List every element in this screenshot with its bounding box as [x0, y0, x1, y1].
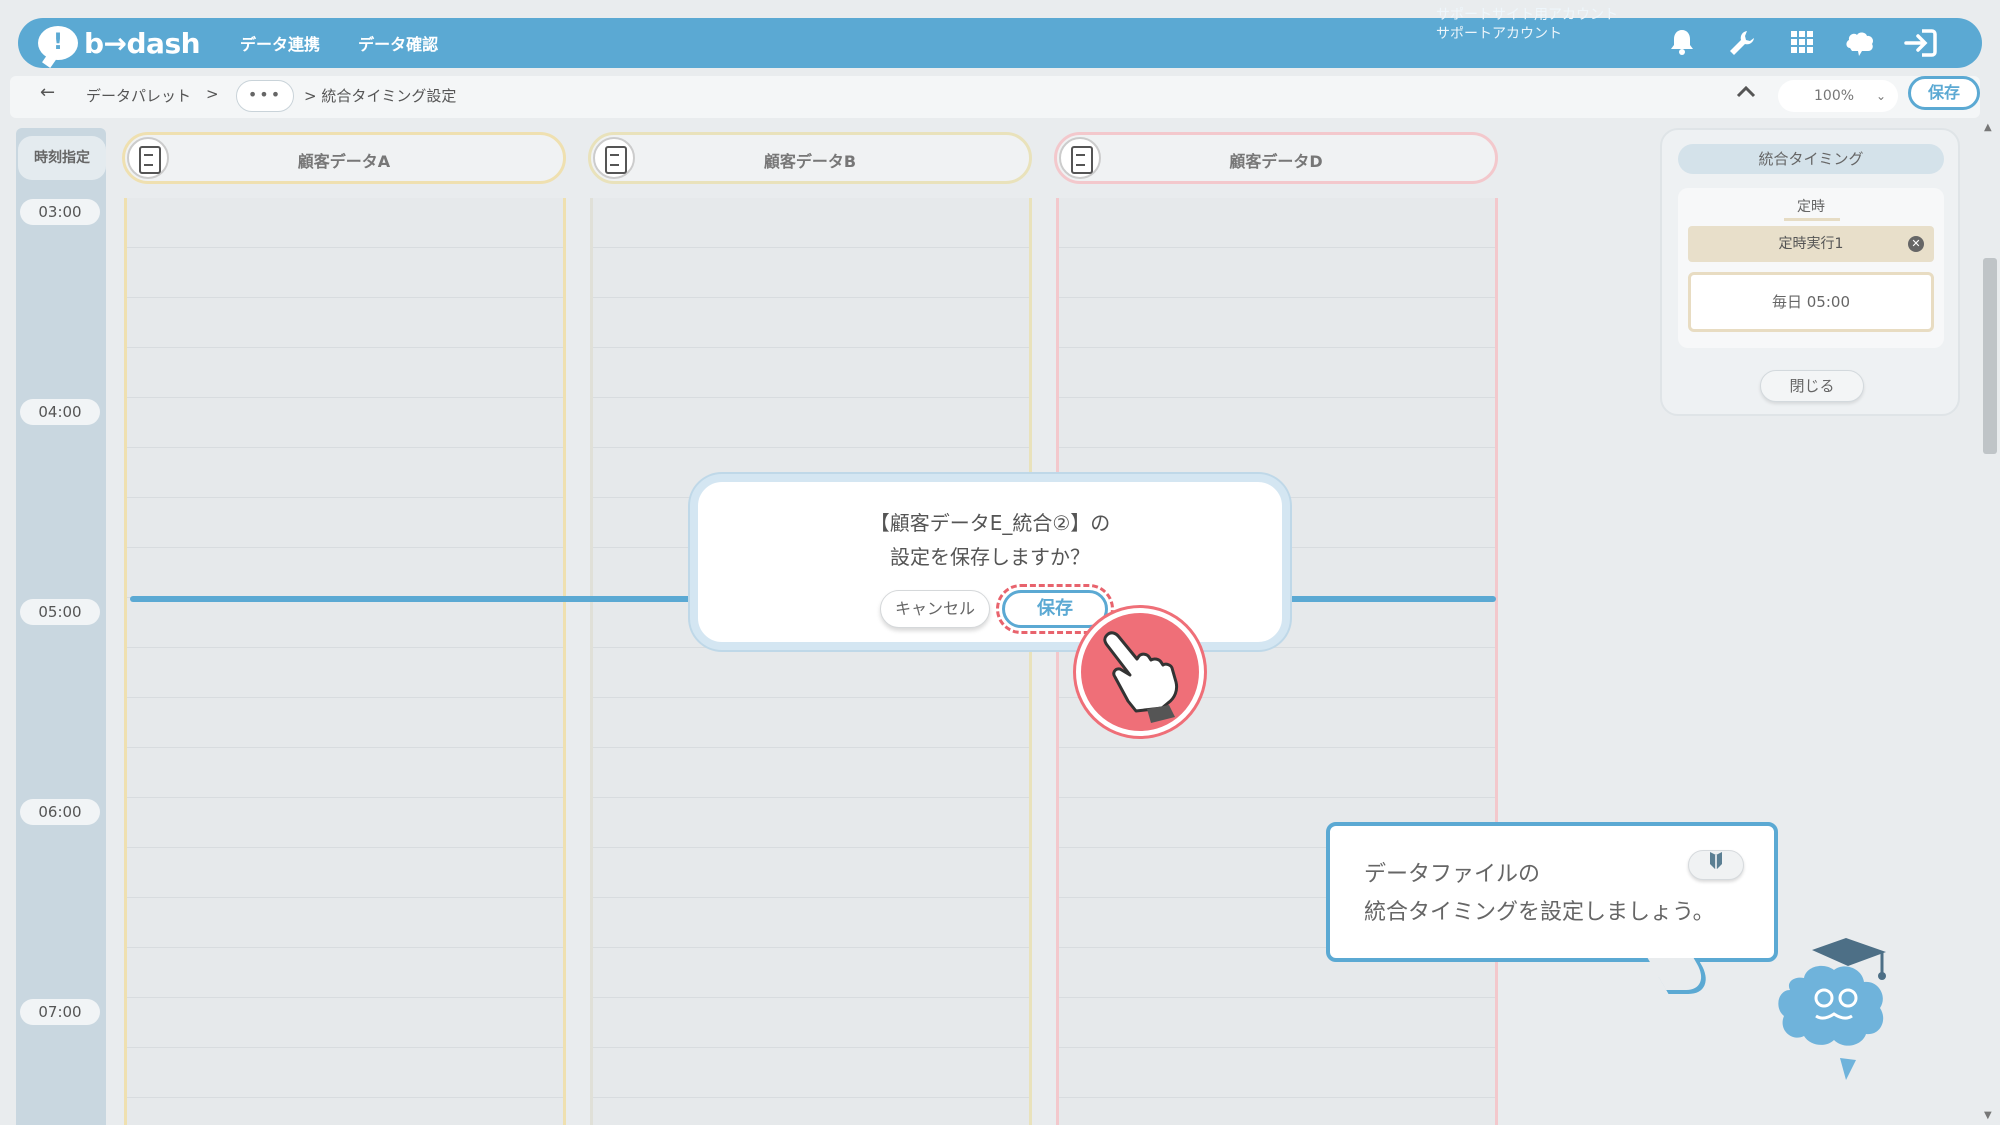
data-column-a[interactable]: [124, 198, 566, 1125]
job-chip[interactable]: 定時実行1 ✕: [1688, 226, 1934, 262]
dialog-message: 【顧客データE_統合②】の 設定を保存しますか？: [698, 506, 1282, 574]
time-label: 04:00: [20, 399, 100, 425]
breadcrumb-bar: ← データパレット > ••• > 統合タイミング設定 100% ⌄ 保存: [10, 76, 1980, 118]
timing-panel: 統合タイミング 定時 定時実行1 ✕ 毎日 05:00 閉じる: [1660, 128, 1960, 416]
column-header-label: 顧客データD: [1229, 152, 1323, 171]
tip-bubble: データファイルの 統合タイミングを設定しましょう。: [1326, 822, 1778, 962]
mascot-icon: [1770, 930, 1914, 1080]
pointer-hand-icon: [1076, 608, 1204, 736]
wrench-icon[interactable]: [1726, 28, 1758, 58]
breadcrumb-separator: >: [206, 85, 219, 103]
time-label: 05:00: [20, 599, 100, 625]
nav-data-check[interactable]: データ確認: [358, 31, 438, 55]
bell-icon[interactable]: [1666, 28, 1698, 58]
account-line1: サポートサイト用アカウント: [1436, 7, 1618, 23]
back-arrow-icon[interactable]: ←: [40, 82, 55, 103]
column-header-b[interactable]: 顧客データB: [588, 132, 1032, 184]
time-label: 03:00: [20, 199, 100, 225]
zoom-value: 100%: [1814, 88, 1855, 104]
account-info[interactable]: サポートサイト用アカウント サポートアカウント: [1436, 6, 1618, 44]
time-column: [16, 128, 106, 1125]
panel-title: 統合タイミング: [1678, 144, 1944, 174]
tip-text: データファイルの 統合タイミングを設定しましょう。: [1364, 856, 1715, 932]
time-label: 07:00: [20, 999, 100, 1025]
scroll-up-icon[interactable]: ▲: [1984, 122, 1992, 133]
logo[interactable]: ! b→dash: [38, 26, 201, 60]
dialog-line1: 【顧客データE_統合②】の: [869, 511, 1111, 535]
beginner-mark-icon[interactable]: [1688, 850, 1744, 880]
column-header-label: 顧客データB: [763, 152, 857, 171]
dialog-line2: 設定を保存しますか？: [890, 545, 1090, 569]
account-line2: サポートアカウント: [1436, 26, 1562, 42]
breadcrumb-ellipsis-button[interactable]: •••: [236, 80, 294, 112]
chevron-down-icon: ⌄: [1875, 89, 1886, 103]
time-header[interactable]: 時刻指定: [18, 136, 106, 180]
logo-mark-icon: !: [38, 26, 78, 60]
nav-data-link[interactable]: データ連携: [240, 31, 320, 55]
scrollbar-thumb[interactable]: [1983, 258, 1997, 454]
column-header-a[interactable]: 顧客データA: [122, 132, 566, 184]
scroll-down-icon[interactable]: ▼: [1984, 1110, 1992, 1121]
job-name: 定時実行1: [1778, 236, 1844, 252]
breadcrumb-current: > 統合タイミング設定: [304, 87, 457, 105]
column-header-label: 顧客データA: [297, 152, 391, 171]
confirm-dialog: 【顧客データE_統合②】の 設定を保存しますか？ キャンセル 保存: [690, 474, 1290, 650]
zoom-select[interactable]: 100% ⌄: [1778, 80, 1898, 112]
panel-body: 定時 定時実行1 ✕ 毎日 05:00: [1678, 188, 1944, 348]
dialog-save-button[interactable]: 保存: [1002, 590, 1108, 628]
tip-line2: 統合タイミングを設定しましょう。: [1364, 900, 1715, 925]
time-label: 06:00: [20, 799, 100, 825]
remove-icon[interactable]: ✕: [1908, 236, 1924, 252]
chevron-up-icon[interactable]: [1734, 80, 1758, 110]
panel-subtitle: 定時: [1797, 199, 1825, 215]
dialog-cancel-button[interactable]: キャンセル: [880, 590, 990, 628]
breadcrumb-root[interactable]: データパレット: [86, 85, 191, 106]
close-button[interactable]: 閉じる: [1760, 370, 1864, 402]
logo-text: b→dash: [84, 26, 201, 60]
logout-icon[interactable]: [1904, 28, 1937, 58]
save-button[interactable]: 保存: [1908, 76, 1980, 110]
brain-icon[interactable]: [1844, 28, 1876, 58]
grid-icon[interactable]: [1786, 30, 1818, 60]
column-header-d[interactable]: 顧客データD: [1054, 132, 1498, 184]
subtitle-underline: [1784, 218, 1840, 221]
data-column-b[interactable]: [590, 198, 1032, 1125]
tip-tail: [1647, 958, 1719, 994]
schedule-value[interactable]: 毎日 05:00: [1688, 272, 1934, 332]
tip-line1: データファイルの: [1364, 862, 1541, 887]
